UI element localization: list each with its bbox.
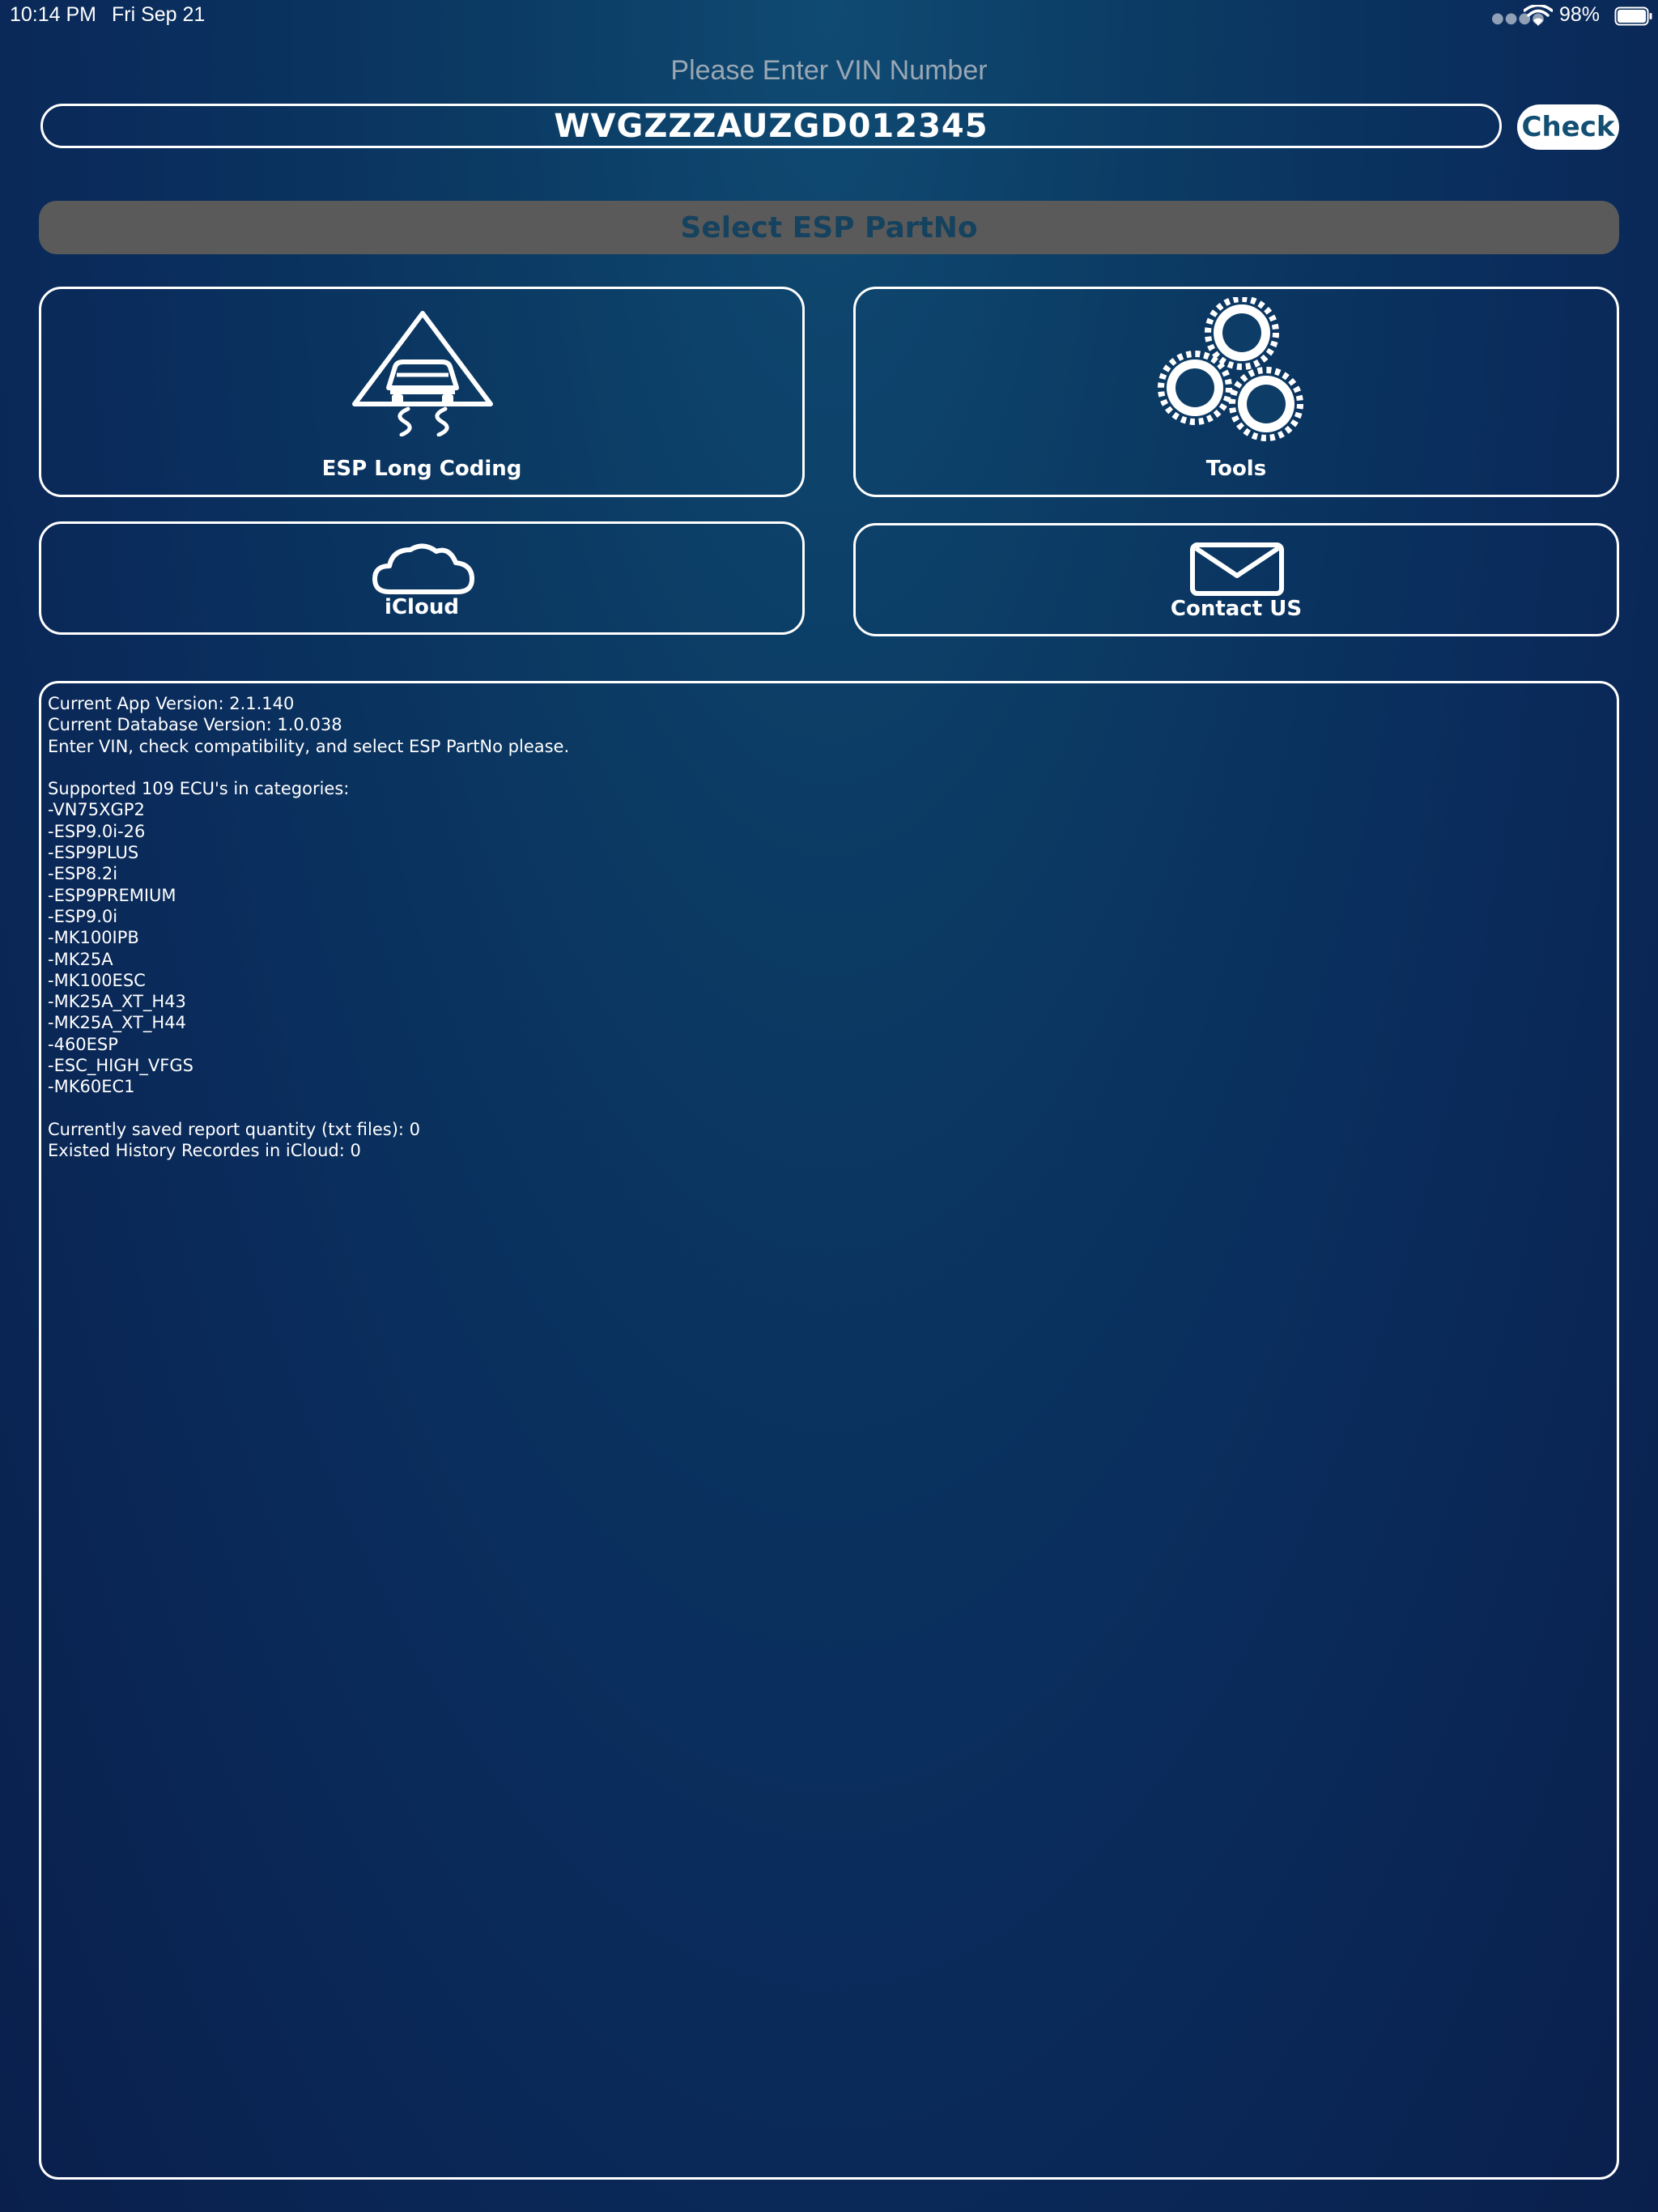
vin-input[interactable]: WVGZZZAUZGD012345	[40, 104, 1502, 148]
status-date: Fri Sep 21	[112, 3, 206, 26]
info-text-box[interactable]: Current App Version: 2.1.140 Current Dat…	[39, 681, 1619, 2180]
contact-us-label: Contact US	[1170, 597, 1303, 621]
info-line: -ESP9.0i-26	[48, 821, 146, 841]
vin-prompt: Please Enter VIN Number	[670, 55, 988, 86]
esp-long-coding-label: ESP Long Coding	[321, 457, 522, 481]
info-line: Supported 109 ECU's in categories:	[48, 779, 350, 799]
cloud-icon	[372, 543, 474, 594]
info-line: Current Database Version: 1.0.038	[48, 715, 342, 735]
select-esp-partno-button[interactable]: Select ESP PartNo	[39, 201, 1619, 254]
status-bar: 10:14 PM Fri Sep 21 ●●●● 98%	[0, 0, 1658, 32]
gears-icon	[1158, 297, 1303, 441]
status-time: 10:14 PM	[10, 3, 97, 26]
icloud-button[interactable]: iCloud	[39, 521, 805, 635]
tools-button[interactable]: Tools	[853, 287, 1619, 497]
info-line: -MK25A_XT_H43	[48, 992, 186, 1012]
info-line: Existed History Recordes in iCloud: 0	[48, 1141, 361, 1161]
vin-value: WVGZZZAUZGD012345	[554, 107, 988, 145]
info-line: -MK25A	[48, 949, 113, 969]
contact-us-button[interactable]: Contact US	[853, 523, 1619, 636]
battery-percentage: 98%	[1559, 3, 1601, 26]
info-line: -MK100ESC	[48, 970, 146, 990]
info-line: Enter VIN, check compatibility, and sele…	[48, 736, 570, 756]
envelope-icon	[1190, 542, 1284, 596]
info-line	[48, 1098, 1610, 1119]
info-line: -ESP9PLUS	[48, 843, 139, 863]
esp-long-coding-button[interactable]: ESP Long Coding	[39, 287, 805, 497]
info-line: Current App Version: 2.1.140	[48, 694, 295, 713]
info-line: -460ESP	[48, 1034, 118, 1054]
info-line: -VN75XGP2	[48, 800, 145, 820]
info-line: Currently saved report quantity (txt fil…	[48, 1119, 421, 1139]
info-line: -ESP9.0i	[48, 906, 118, 926]
icloud-label: iCloud	[385, 595, 459, 619]
info-line: -ESP8.2i	[48, 864, 118, 884]
info-line: -ESC_HIGH_VFGS	[48, 1056, 193, 1076]
info-line: -MK25A_XT_H44	[48, 1013, 186, 1033]
skid-warning-icon	[352, 311, 493, 436]
info-line: -ESP9PREMIUM	[48, 885, 176, 905]
tools-label: Tools	[1205, 457, 1267, 481]
info-line: -MK100IPB	[48, 928, 139, 948]
check-button[interactable]: Check	[1517, 104, 1619, 150]
battery-icon	[1614, 6, 1652, 26]
wifi-icon	[1524, 5, 1553, 26]
info-line	[48, 757, 1610, 778]
info-line: -MK60EC1	[48, 1077, 135, 1097]
